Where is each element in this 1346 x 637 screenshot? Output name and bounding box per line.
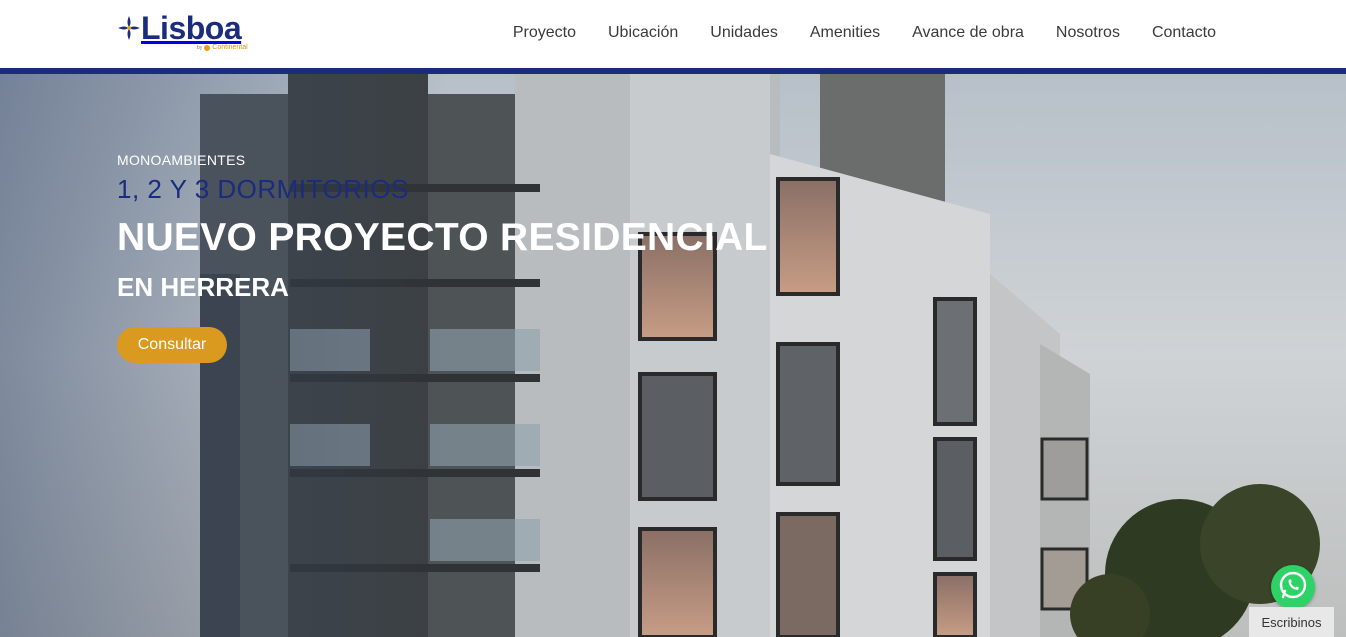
hero-eyebrow: MONOAMBIENTES: [117, 152, 246, 168]
developer-logo-icon: [204, 44, 211, 51]
logo[interactable]: Lisboa by Continental: [117, 10, 257, 56]
hero-location: EN HERRERA: [117, 272, 289, 302]
logo-by: by: [197, 44, 203, 51]
nav-unidades[interactable]: Unidades: [710, 22, 778, 44]
nav-contacto[interactable]: Contacto: [1152, 22, 1216, 44]
nav-avance-de-obra[interactable]: Avance de obra: [912, 22, 1024, 44]
hero-section: MONOAMBIENTES 1, 2 Y 3 DORMITORIOS NUEVO…: [0, 74, 1346, 637]
whatsapp-icon: [1278, 570, 1308, 605]
hero-title: NUEVO PROYECTO RESIDENCIAL: [117, 216, 768, 259]
logo-text: Lisboa: [141, 10, 242, 46]
site-header: Lisboa by Continental Proyecto Ubicación…: [0, 0, 1346, 68]
flower-logo-icon: [117, 15, 141, 41]
consultar-button[interactable]: Consultar: [117, 327, 227, 363]
whatsapp-button[interactable]: [1271, 565, 1315, 609]
developer-name: Continental: [212, 44, 248, 51]
nav-proyecto[interactable]: Proyecto: [513, 22, 576, 44]
nav-nosotros[interactable]: Nosotros: [1056, 22, 1120, 44]
hero-subtitle: 1, 2 Y 3 DORMITORIOS: [117, 174, 409, 204]
logo-developer: by Continental: [197, 44, 248, 51]
nav-ubicacion[interactable]: Ubicación: [608, 22, 678, 44]
main-nav: Proyecto Ubicación Unidades Amenities Av…: [513, 22, 1216, 44]
nav-amenities[interactable]: Amenities: [810, 22, 880, 44]
whatsapp-label[interactable]: Escribinos: [1249, 607, 1334, 637]
